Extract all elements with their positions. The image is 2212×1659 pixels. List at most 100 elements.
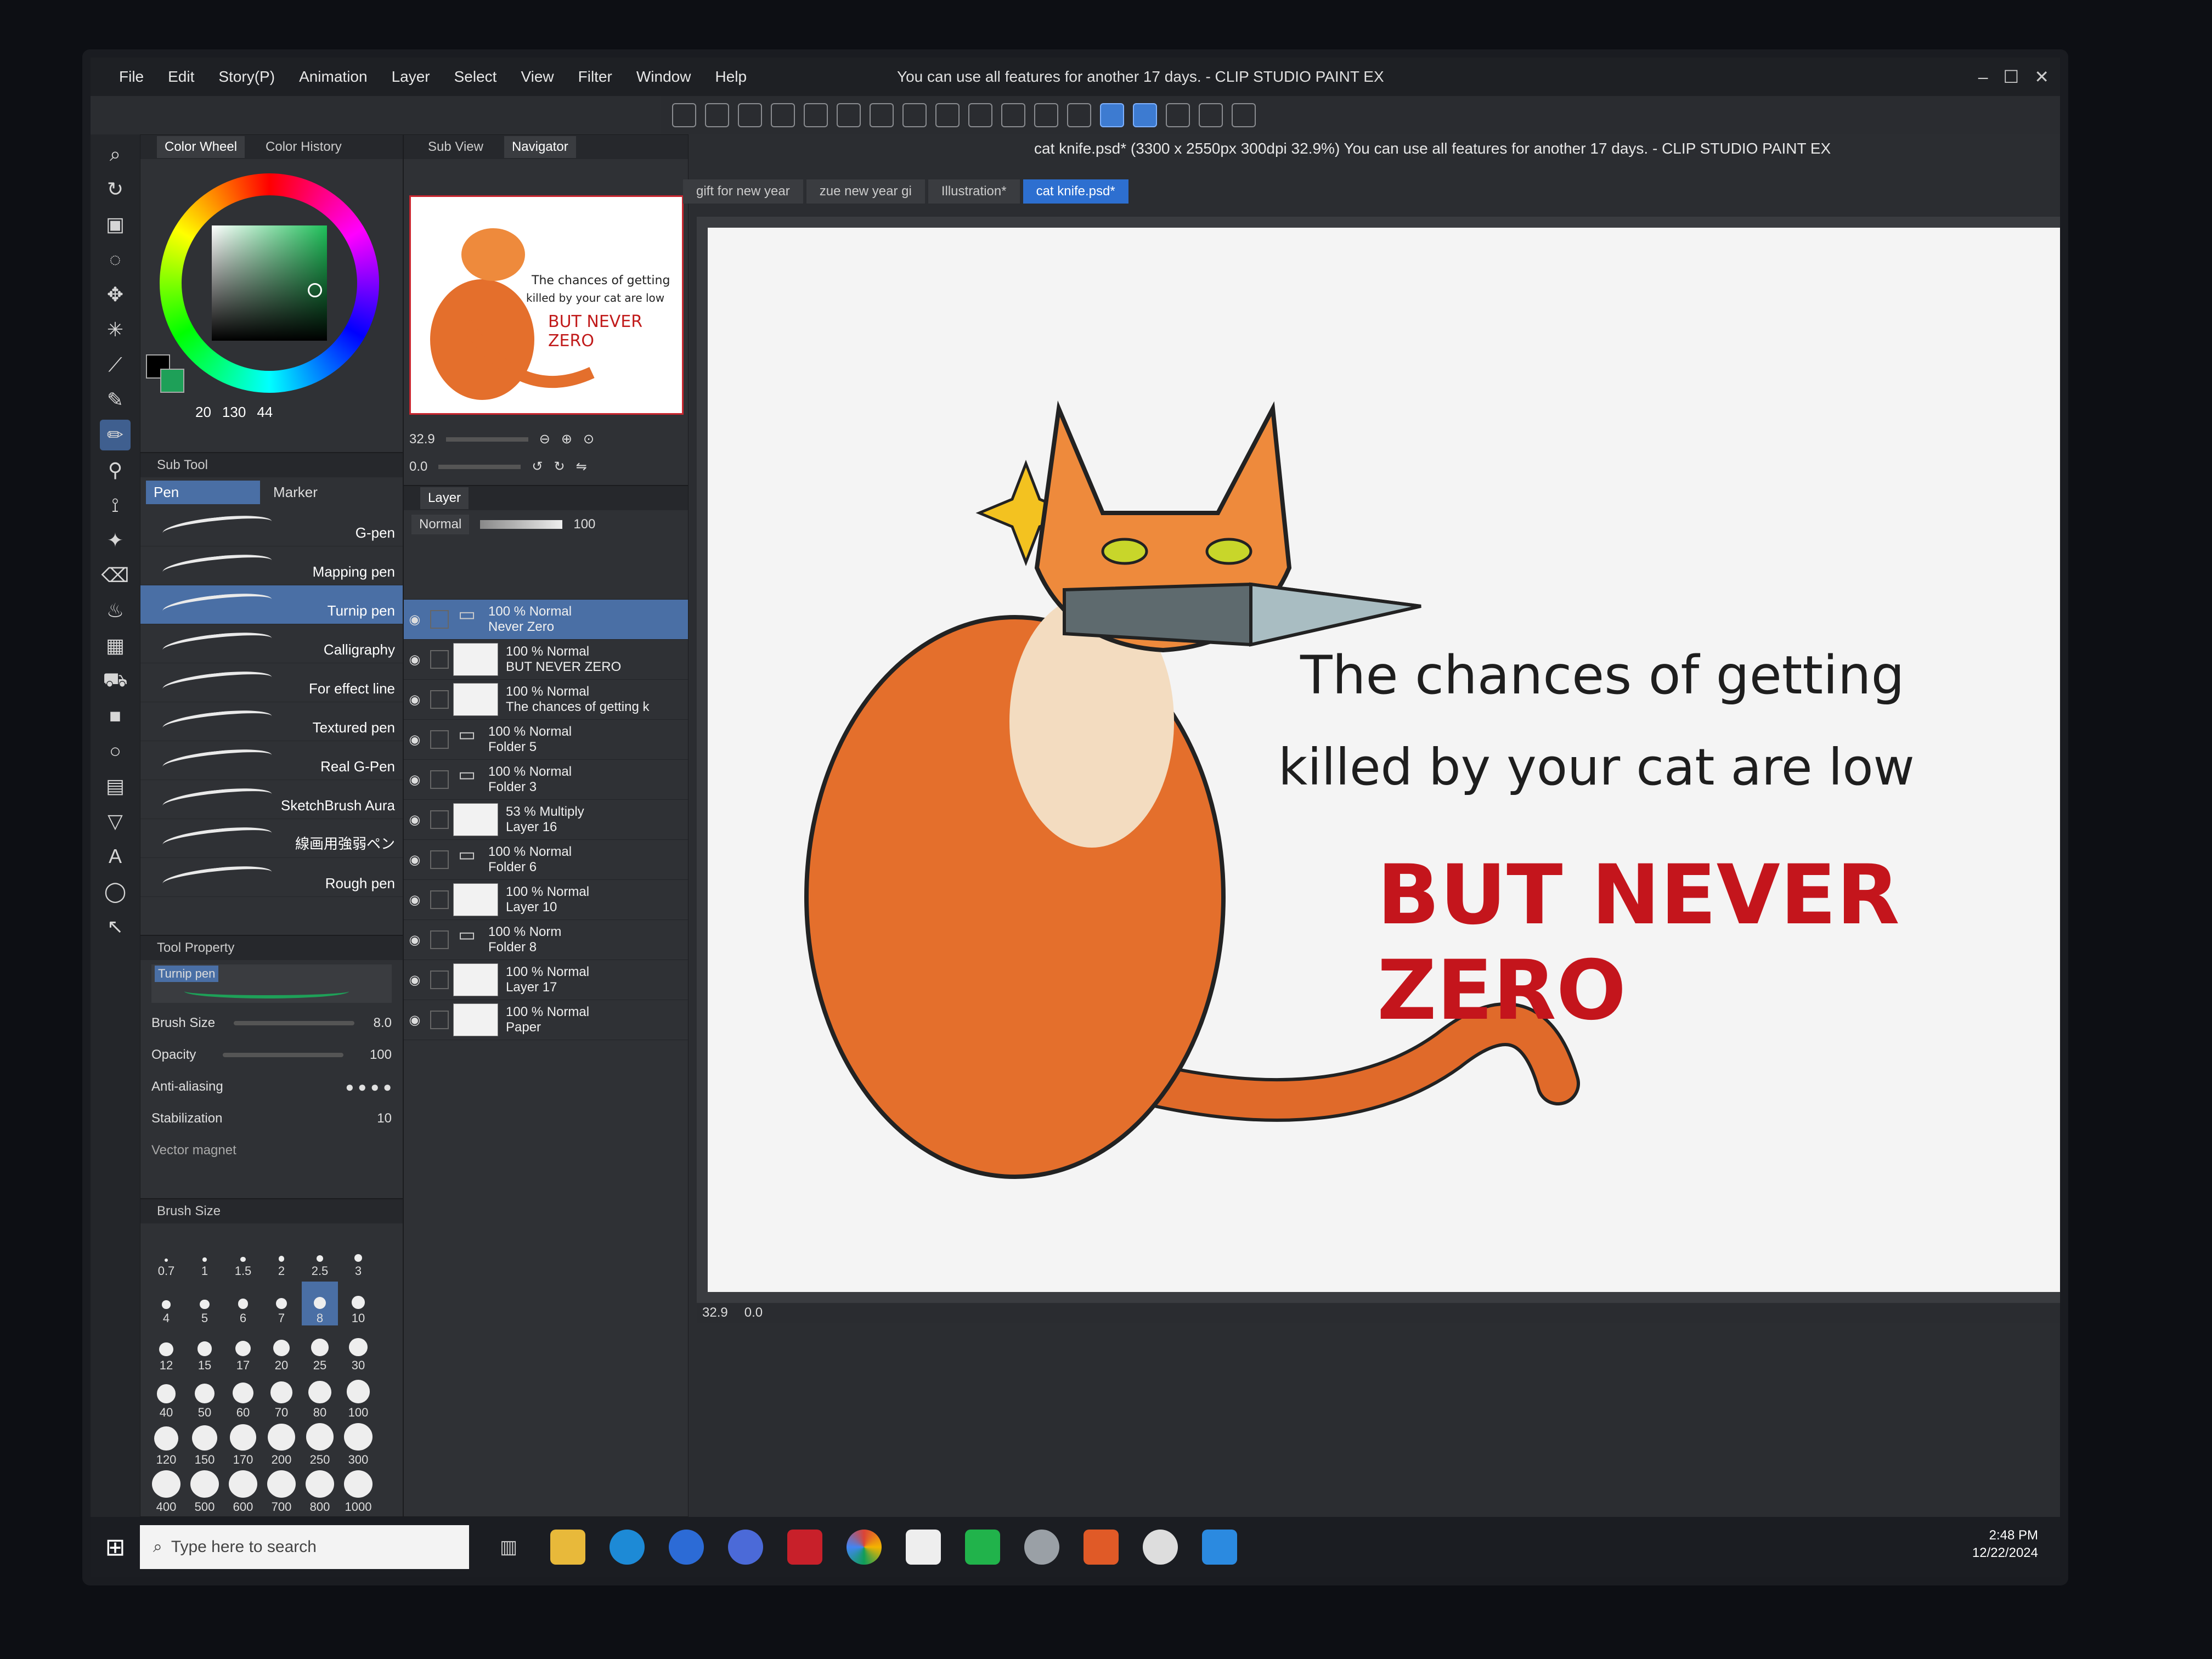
visibility-eye-icon[interactable]: ◉ xyxy=(404,852,426,868)
layer-lock-toggle[interactable] xyxy=(430,770,449,789)
blend-mode-select[interactable]: Normal xyxy=(411,515,470,534)
navigator-rotation-value[interactable]: 0.0 xyxy=(409,459,427,475)
layer-lock-toggle[interactable] xyxy=(430,730,449,749)
layer-row[interactable]: ◉ ▭ 100 % Norm Folder 8 xyxy=(404,920,688,960)
deselect-icon[interactable] xyxy=(1001,103,1025,127)
loading-icon[interactable] xyxy=(870,103,894,127)
subtool-g-pen[interactable]: G-pen xyxy=(140,507,403,546)
menu-story[interactable]: Story(P) xyxy=(206,58,287,96)
undo-icon[interactable] xyxy=(804,103,828,127)
windows-start-icon[interactable]: ⊞ xyxy=(91,1533,140,1561)
opacity-value[interactable]: 100 xyxy=(370,1047,392,1063)
menu-animation[interactable]: Animation xyxy=(287,58,380,96)
mcafee-icon[interactable] xyxy=(787,1530,822,1565)
clip-studio-paint-icon[interactable] xyxy=(1143,1530,1178,1565)
redo-icon[interactable] xyxy=(837,103,861,127)
decoration-icon[interactable]: ✦ xyxy=(100,525,131,556)
move-icon[interactable]: ✥ xyxy=(100,279,131,310)
pen-icon[interactable]: ✎ xyxy=(100,385,131,415)
pencil-icon[interactable]: ✏ xyxy=(100,420,131,450)
system-clock[interactable]: 2:48 PM 12/22/2024 xyxy=(1972,1527,2038,1562)
layer-opacity-value[interactable]: 100 xyxy=(573,517,595,532)
antialiasing-row[interactable]: Anti-aliasing ● ● ● ● xyxy=(140,1071,403,1103)
layer-lock-toggle[interactable] xyxy=(430,690,449,709)
selection-layer-icon[interactable] xyxy=(1067,103,1091,127)
menu-layer[interactable]: Layer xyxy=(380,58,442,96)
file-explorer-icon[interactable] xyxy=(550,1530,585,1565)
subtool-real-g-pen[interactable]: Real G-Pen xyxy=(140,741,403,780)
color-wheel[interactable] xyxy=(160,173,379,393)
brush-size-option[interactable]: 12 xyxy=(148,1329,184,1373)
brush-size-option[interactable]: 30 xyxy=(340,1329,376,1373)
snap-special-ruler-icon[interactable] xyxy=(1133,103,1157,127)
brush-size-option[interactable]: 500 xyxy=(187,1470,223,1514)
discord-icon[interactable] xyxy=(728,1530,763,1565)
doc-tab-cat-knife[interactable]: cat knife.psd* xyxy=(1023,179,1128,204)
clear-icon[interactable] xyxy=(902,103,927,127)
visibility-eye-icon[interactable]: ◉ xyxy=(404,972,426,988)
layer-lock-toggle[interactable] xyxy=(430,890,449,909)
doc-tab-illustration[interactable]: Illustration* xyxy=(928,179,1020,204)
layer-row[interactable]: ◉ ▭ 100 % Normal Folder 5 xyxy=(404,720,688,760)
menu-window[interactable]: Window xyxy=(624,58,703,96)
layer-row[interactable]: ◉ 100 % Normal The chances of getting k xyxy=(404,680,688,720)
menu-file[interactable]: File xyxy=(107,58,156,96)
brush-size-option[interactable]: 2.5 xyxy=(302,1234,338,1278)
brush-size-option[interactable]: 4 xyxy=(148,1282,184,1325)
layer-row[interactable]: ◉ 53 % Multiply Layer 16 xyxy=(404,800,688,840)
airbrush-icon[interactable]: ⟟ xyxy=(100,490,131,521)
brush-size-option[interactable]: 200 xyxy=(263,1423,300,1467)
opacity-row[interactable]: Opacity 100 xyxy=(140,1039,403,1071)
invert-selection-icon[interactable] xyxy=(1034,103,1058,127)
eyedropper-icon[interactable]: ⟋ xyxy=(100,349,131,380)
layer-lock-toggle[interactable] xyxy=(430,650,449,669)
brush-size-option[interactable]: 800 xyxy=(302,1470,338,1514)
app-icon[interactable] xyxy=(669,1530,704,1565)
tab-color-history[interactable]: Color History xyxy=(258,136,349,158)
brush-size-option[interactable]: 120 xyxy=(148,1423,184,1467)
visibility-eye-icon[interactable]: ◉ xyxy=(404,612,426,628)
new-file-icon[interactable] xyxy=(705,103,729,127)
lasso-icon[interactable]: ◌ xyxy=(100,244,131,275)
minimize-icon[interactable]: – xyxy=(1978,58,1988,96)
doc-tab-gift[interactable]: gift for new year xyxy=(683,179,803,204)
layer-lock-toggle[interactable] xyxy=(430,850,449,869)
layer-row[interactable]: ◉ ▭ 100 % Normal Never Zero xyxy=(404,600,688,640)
balloon-icon[interactable]: ◯ xyxy=(100,876,131,907)
brush-size-option[interactable]: 10 xyxy=(340,1282,376,1325)
close-icon[interactable]: ✕ xyxy=(2034,58,2049,96)
layer-row[interactable]: ◉ ▭ 100 % Normal Folder 3 xyxy=(404,760,688,800)
sub-color-swatch[interactable] xyxy=(160,369,184,393)
help-icon[interactable] xyxy=(1232,103,1256,127)
subtool-textured-pen[interactable]: Textured pen xyxy=(140,702,403,741)
edge-icon[interactable] xyxy=(610,1530,645,1565)
magic-wand-icon[interactable]: ✳ xyxy=(100,314,131,345)
visibility-eye-icon[interactable]: ◉ xyxy=(404,692,426,708)
ellipse-icon[interactable]: ○ xyxy=(100,736,131,766)
visibility-eye-icon[interactable]: ◉ xyxy=(404,932,426,948)
correct-line-icon[interactable]: ↖ xyxy=(100,911,131,942)
layer-row[interactable]: ◉ ▭ 100 % Normal Folder 6 xyxy=(404,840,688,880)
layer-row[interactable]: ◉ 100 % Normal Paper xyxy=(404,1000,688,1040)
stabilization-value[interactable]: 10 xyxy=(377,1111,392,1126)
antialiasing-options[interactable]: ● ● ● ● xyxy=(346,1079,392,1096)
rotate-left-icon[interactable]: ↺ xyxy=(532,459,543,475)
status-zoom[interactable]: 32.9 xyxy=(702,1305,728,1321)
layer-lock-toggle[interactable] xyxy=(430,610,449,629)
brush-size-option[interactable]: 17 xyxy=(225,1329,261,1373)
line-icon[interactable] xyxy=(965,1530,1000,1565)
brush-size-option[interactable]: 60 xyxy=(225,1376,261,1420)
visibility-eye-icon[interactable]: ◉ xyxy=(404,812,426,828)
brush-size-option[interactable]: 50 xyxy=(187,1376,223,1420)
fit-icon[interactable]: ⊙ xyxy=(583,431,594,447)
subtool-sketchbrush-aura[interactable]: SketchBrush Aura xyxy=(140,780,403,819)
operation-icon[interactable]: ▣ xyxy=(100,209,131,240)
store-icon[interactable] xyxy=(1084,1530,1119,1565)
taskbar-search[interactable]: ⌕ Type here to search xyxy=(140,1525,469,1569)
brush-size-value[interactable]: 8.0 xyxy=(374,1015,392,1031)
brush-size-option[interactable]: 7 xyxy=(263,1282,300,1325)
brush-size-option[interactable]: 300 xyxy=(340,1423,376,1467)
brush-size-option[interactable]: 15 xyxy=(187,1329,223,1373)
subtool-effect-line[interactable]: For effect line xyxy=(140,663,403,702)
zoom-out-icon[interactable]: ⊖ xyxy=(539,431,550,447)
